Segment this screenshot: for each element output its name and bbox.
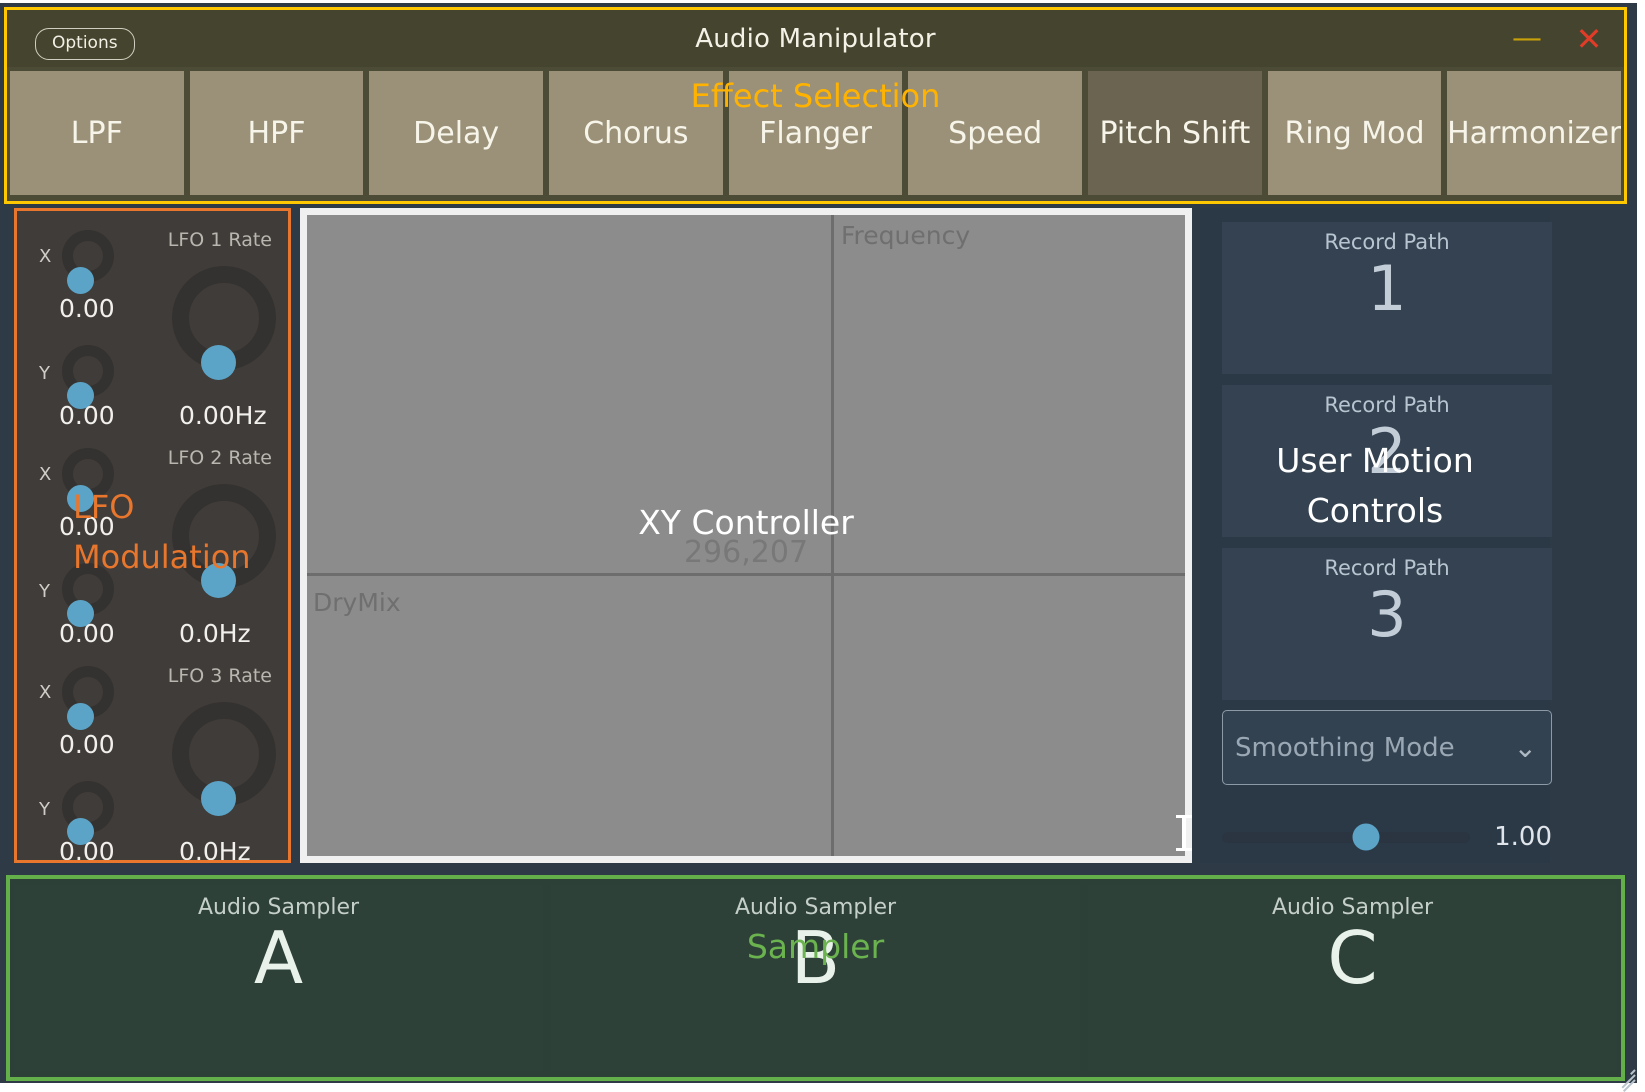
- record-path-2-number: 2: [1367, 415, 1407, 488]
- lfo-3-rate-knob-indicator: [201, 781, 236, 816]
- lfo-3-y-knob[interactable]: [62, 781, 114, 845]
- effect-tab-chorus[interactable]: Chorus: [549, 71, 723, 195]
- lfo-3-rate-label: LFO 3 Rate: [167, 665, 272, 687]
- lfo-3-x-knob[interactable]: [62, 666, 114, 730]
- effect-tab-pitch-shift[interactable]: Pitch Shift: [1088, 71, 1262, 195]
- window-title: Audio Manipulator: [695, 23, 936, 54]
- lfo-2-rate-label: LFO 2 Rate: [167, 447, 272, 469]
- lfo-2-rate-knob-indicator: [201, 563, 236, 598]
- lfo-3-rate-knob[interactable]: [172, 702, 276, 816]
- lfo-2-y-knob[interactable]: [62, 563, 114, 627]
- lfo-2-rate-knob[interactable]: [172, 484, 276, 598]
- smoothing-slider[interactable]: [1222, 823, 1470, 851]
- options-button[interactable]: Options: [35, 28, 135, 60]
- lfo-3-x-knob-indicator: [67, 703, 94, 730]
- effect-tab-strip: LPF HPF Delay Chorus Flanger Speed Pitch…: [7, 67, 1624, 201]
- effect-tab-harmonizer[interactable]: Harmonizer: [1447, 71, 1622, 195]
- lfo-block-2: LFO 2 Rate X 0.00 Y 0.00 0.0Hz: [17, 429, 288, 648]
- smoothing-slider-thumb[interactable]: [1352, 823, 1380, 851]
- smoothing-slider-value: 1.00: [1494, 822, 1552, 852]
- user-motion-controls-panel: Record Path 1 Record Path 2 Record Path …: [1200, 208, 1552, 863]
- title-bar: Options Audio Manipulator — ✕: [7, 10, 1624, 67]
- smoothing-slider-row: 1.00: [1222, 820, 1552, 854]
- audio-sampler-a-label: Audio Sampler: [197, 895, 360, 920]
- lfo-1-x-knob-indicator: [67, 267, 94, 294]
- audio-sampler-a[interactable]: Audio Sampler A: [14, 885, 543, 1071]
- audio-sampler-c[interactable]: Audio Sampler C: [1088, 885, 1617, 1071]
- lfo-1-rate-knob[interactable]: [172, 266, 276, 380]
- xy-coordinate-readout: 296,207: [683, 535, 809, 570]
- smoothing-mode-dropdown[interactable]: Smoothing Mode ⌄: [1222, 710, 1552, 785]
- record-path-1-label: Record Path: [1324, 230, 1450, 254]
- effect-tab-speed[interactable]: Speed: [908, 71, 1083, 195]
- application-window: Options Audio Manipulator — ✕ LPF HPF De…: [0, 3, 1637, 1092]
- lfo-1-y-axis-label: Y: [39, 363, 50, 384]
- lfo-block-3: LFO 3 Rate X 0.00 Y 0.00 0.0Hz: [17, 647, 288, 863]
- audio-sampler-group: Audio Sampler A Audio Sampler B Sampler …: [6, 875, 1625, 1081]
- lfo-2-rate-value: 0.0Hz: [179, 619, 251, 648]
- text-cursor-icon: [1176, 815, 1192, 851]
- lfo-1-x-knob[interactable]: [62, 230, 114, 294]
- lfo-3-x-value: 0.00: [59, 730, 115, 759]
- close-icon[interactable]: ✕: [1568, 20, 1610, 58]
- audio-sampler-b[interactable]: Audio Sampler B Sampler: [551, 885, 1080, 1071]
- lfo-1-rate-knob-indicator: [201, 345, 236, 380]
- record-path-3-number: 3: [1367, 578, 1407, 651]
- lfo-modulation-panel: LFO 1 Rate X 0.00 Y 0.00 0.00Hz LFO 2 Ra…: [14, 208, 291, 863]
- effect-tab-delay[interactable]: Delay: [369, 71, 544, 195]
- lfo-1-x-value: 0.00: [59, 294, 115, 323]
- xy-frequency-label: Frequency: [841, 221, 971, 250]
- record-path-1-number: 1: [1367, 252, 1407, 325]
- audio-sampler-a-letter: A: [253, 916, 304, 1000]
- effect-tab-ring-mod[interactable]: Ring Mod: [1267, 71, 1442, 195]
- lfo-3-y-value: 0.00: [59, 837, 115, 863]
- lfo-1-x-axis-label: X: [39, 246, 52, 267]
- record-path-2[interactable]: Record Path 2: [1222, 385, 1552, 537]
- lfo-2-x-knob-indicator: [67, 485, 94, 512]
- record-path-3-label: Record Path: [1324, 556, 1450, 580]
- resize-grip-icon[interactable]: [1617, 1063, 1636, 1092]
- lfo-3-x-axis-label: X: [39, 682, 52, 703]
- effect-selection-group: Options Audio Manipulator — ✕ LPF HPF De…: [4, 7, 1627, 204]
- effect-tab-hpf[interactable]: HPF: [189, 71, 364, 195]
- lfo-2-x-knob[interactable]: [62, 448, 114, 512]
- effect-tab-lpf[interactable]: LPF: [10, 71, 184, 195]
- lfo-2-y-value: 0.00: [59, 619, 115, 648]
- audio-sampler-b-letter: B: [790, 916, 841, 1000]
- effect-tab-flanger[interactable]: Flanger: [728, 71, 903, 195]
- lfo-1-y-value: 0.00: [59, 401, 115, 430]
- lfo-3-rate-value: 0.0Hz: [179, 837, 251, 863]
- record-path-3[interactable]: Record Path 3: [1222, 548, 1552, 700]
- xy-drymix-label: DryMix: [313, 588, 401, 617]
- audio-sampler-c-letter: C: [1327, 916, 1378, 1000]
- lfo-1-y-knob[interactable]: [62, 345, 114, 409]
- audio-sampler-c-label: Audio Sampler: [1271, 895, 1434, 920]
- xy-controller-pad[interactable]: Frequency DryMix 296,207 XY Controller: [300, 208, 1192, 863]
- audio-sampler-b-label: Audio Sampler: [734, 895, 897, 920]
- lfo-2-y-axis-label: Y: [39, 581, 50, 602]
- lfo-block-1: LFO 1 Rate X 0.00 Y 0.00 0.00Hz: [17, 211, 288, 430]
- smoothing-mode-value: Smoothing Mode: [1235, 732, 1455, 763]
- lfo-2-x-value: 0.00: [59, 512, 115, 541]
- main-content-row: LFO 1 Rate X 0.00 Y 0.00 0.00Hz LFO 2 Ra…: [4, 208, 1627, 865]
- lfo-2-x-axis-label: X: [39, 464, 52, 485]
- lfo-3-y-axis-label: Y: [39, 799, 50, 820]
- record-path-2-label: Record Path: [1324, 393, 1450, 417]
- lfo-1-rate-label: LFO 1 Rate: [167, 229, 272, 251]
- lfo-1-rate-value: 0.00Hz: [179, 401, 267, 430]
- record-path-1[interactable]: Record Path 1: [1222, 222, 1552, 374]
- minimize-icon[interactable]: —: [1506, 20, 1548, 58]
- chevron-down-icon: ⌄: [1513, 730, 1537, 764]
- xy-horizontal-divider: [307, 573, 1185, 576]
